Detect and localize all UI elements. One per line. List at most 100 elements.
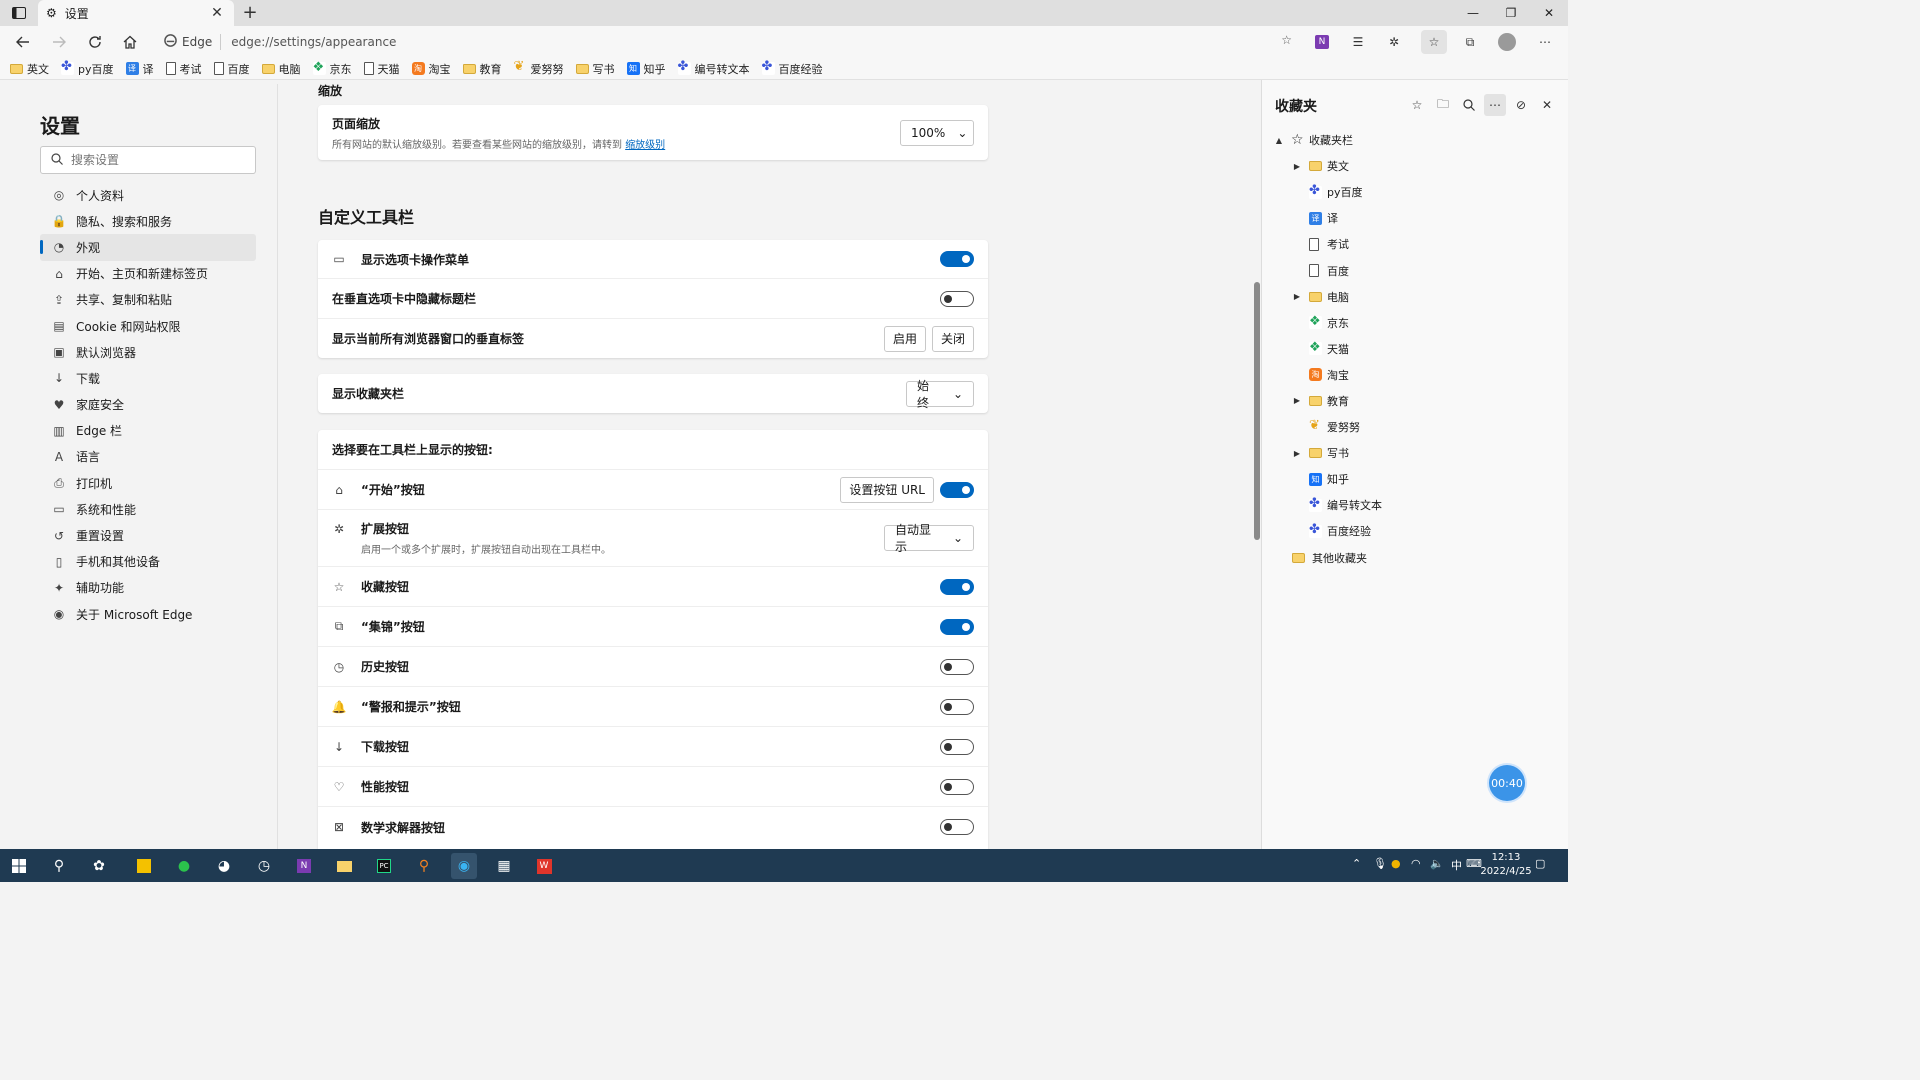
favorites-tree-item[interactable]: py百度: [1262, 179, 1569, 205]
refresh-icon[interactable]: [82, 30, 108, 54]
add-folder-icon[interactable]: 🗀: [1432, 94, 1454, 116]
home-icon[interactable]: [117, 30, 143, 54]
tab-menu-toggle[interactable]: [940, 251, 974, 267]
unpin-icon[interactable]: ⊘: [1510, 94, 1532, 116]
toolbar-button-toggle[interactable]: [940, 698, 974, 715]
favbar-item[interactable]: py百度: [61, 59, 114, 77]
favbar-item[interactable]: 京东: [312, 60, 352, 77]
favbar-item[interactable]: 教育: [462, 61, 502, 77]
sidebar-item[interactable]: ▯ 手机和其他设备: [40, 549, 256, 575]
favorites-tree-item[interactable]: 百度: [1262, 257, 1569, 283]
new-tab-button[interactable]: +: [240, 3, 260, 23]
enable-button[interactable]: 启用: [883, 325, 926, 352]
sidebar-item[interactable]: ⌂ 开始、主页和新建标签页: [40, 261, 256, 287]
collections-icon[interactable]: ⧉: [1457, 30, 1483, 54]
wps-icon[interactable]: W: [531, 853, 557, 879]
favorites-tree-item[interactable]: 译译: [1262, 205, 1569, 231]
favorites-tree-item[interactable]: 其他收藏夹: [1262, 545, 1569, 571]
toolbar-button-toggle[interactable]: [940, 778, 974, 795]
sidebar-item[interactable]: A 语言: [40, 444, 256, 470]
favorites-tree-item[interactable]: ▶ 电脑: [1262, 284, 1569, 310]
timer-badge[interactable]: 00:40: [1489, 765, 1525, 801]
search-app-icon[interactable]: ⚲: [411, 853, 437, 879]
chevron-up-icon[interactable]: ⌃: [1352, 857, 1361, 870]
favorites-tree-item[interactable]: ▶ 写书: [1262, 440, 1569, 466]
sidebar-item[interactable]: ◎ 个人资料: [40, 182, 256, 208]
favbar-item[interactable]: 编号转文本: [677, 59, 750, 77]
sidebar-item[interactable]: ♥ 家庭安全: [40, 392, 256, 418]
favorites-tree-item[interactable]: 淘淘宝: [1262, 362, 1569, 388]
back-icon[interactable]: [10, 30, 36, 54]
sidebar-item[interactable]: ↓ 下载: [40, 365, 256, 391]
close-tab-icon[interactable]: ✕: [208, 5, 226, 21]
expand-icon[interactable]: ▶: [1292, 449, 1302, 458]
sidebar-item[interactable]: ◔ 外观: [40, 234, 256, 261]
favorites-tree-item[interactable]: ▶ 英文: [1262, 153, 1569, 179]
favbar-dropdown[interactable]: 始终 ⌄: [906, 379, 974, 410]
ext-dropdown[interactable]: 自动显示 ⌄: [884, 523, 974, 554]
clock[interactable]: 12:13 2022/4/25: [1480, 851, 1532, 879]
zoom-dropdown[interactable]: 100% ⌄: [900, 119, 974, 146]
favorites-tree-item[interactable]: 考试: [1262, 231, 1569, 257]
sidebar-item[interactable]: ▣ 默认浏览器: [40, 339, 256, 365]
collapse-icon[interactable]: ▲: [1274, 136, 1284, 145]
sidebar-item[interactable]: 🔒 隐私、搜索和服务: [40, 208, 256, 234]
forward-icon[interactable]: [46, 30, 72, 54]
more-options-icon[interactable]: ⋯: [1484, 94, 1506, 116]
volume-icon[interactable]: 🔈: [1430, 857, 1444, 870]
sidebar-item[interactable]: ▤ Cookie 和网站权限: [40, 313, 256, 339]
calculator-icon[interactable]: ▦: [491, 853, 517, 879]
restore-icon[interactable]: ❐: [1492, 0, 1530, 26]
app-icon[interactable]: ◕: [211, 853, 237, 879]
favbar-item[interactable]: 淘淘宝: [411, 61, 451, 77]
favorites-tree-item[interactable]: 京东: [1262, 310, 1569, 336]
close-pane-icon[interactable]: ✕: [1536, 94, 1558, 116]
wechat-icon[interactable]: ●: [171, 853, 197, 879]
zoom-level-link[interactable]: 缩放级别: [625, 140, 665, 151]
onenote-icon[interactable]: N: [1309, 30, 1335, 54]
favorites-tree-item[interactable]: 编号转文本: [1262, 492, 1569, 518]
windows-start-icon[interactable]: [6, 853, 32, 879]
search-input[interactable]: [71, 153, 241, 167]
favbar-item[interactable]: 天猫: [363, 61, 400, 77]
toolbar-button-toggle[interactable]: [940, 578, 974, 595]
search-icon[interactable]: [1458, 94, 1480, 116]
home-button-toggle[interactable]: [940, 481, 974, 498]
favorites-tree-item[interactable]: ▶ 教育: [1262, 388, 1569, 414]
profile-avatar-icon[interactable]: [1494, 30, 1520, 54]
favorites-tree-item[interactable]: 爱努努: [1262, 414, 1569, 440]
sidebar-item[interactable]: ⎙ 打印机: [40, 470, 256, 496]
favorites-tree-item[interactable]: 百度经验: [1262, 518, 1569, 544]
sidebar-item[interactable]: ↺ 重置设置: [40, 522, 256, 548]
stack-icon[interactable]: ☰: [1345, 30, 1371, 54]
minimize-icon[interactable]: —: [1454, 0, 1492, 26]
toolbar-button-toggle[interactable]: [940, 618, 974, 635]
more-menu-icon[interactable]: ⋯: [1532, 30, 1558, 54]
favbar-item[interactable]: 百度经验: [761, 59, 823, 77]
favbar-item[interactable]: 爱努努: [514, 59, 564, 77]
wifi-icon[interactable]: ◠: [1411, 857, 1421, 870]
favorites-tree-item[interactable]: 知知乎: [1262, 466, 1569, 492]
favbar-item[interactable]: 考试: [165, 61, 202, 77]
app-tray-icon[interactable]: ●: [1391, 857, 1401, 870]
toolbar-button-toggle[interactable]: [940, 658, 974, 675]
expand-icon[interactable]: ▶: [1292, 162, 1302, 171]
file-explorer-icon[interactable]: [331, 853, 357, 879]
tab-actions-icon[interactable]: [8, 4, 30, 22]
tab-settings[interactable]: ⚙ 设置 ✕: [38, 0, 234, 26]
sidebar-item[interactable]: ✦ 辅助功能: [40, 575, 256, 601]
add-favorite-icon[interactable]: ☆: [1281, 33, 1292, 47]
search-box[interactable]: [40, 146, 256, 174]
sidebar-item[interactable]: ▥ Edge 栏: [40, 418, 256, 444]
sidebar-item[interactable]: ▭ 系统和性能: [40, 496, 256, 522]
hide-title-toggle[interactable]: [940, 290, 974, 307]
microphone-icon[interactable]: 🎙: [1373, 857, 1387, 870]
sidebar-item[interactable]: ◉ 关于 Microsoft Edge: [40, 601, 256, 627]
toolbar-button-toggle[interactable]: [940, 738, 974, 755]
favbar-item[interactable]: 写书: [575, 61, 615, 77]
disable-button[interactable]: 关闭: [931, 325, 974, 352]
pycharm-icon[interactable]: PC: [371, 853, 397, 879]
favorites-tree-item[interactable]: 天猫: [1262, 336, 1569, 362]
ime-indicator[interactable]: 中: [1451, 857, 1462, 873]
favbar-item[interactable]: 知知乎: [626, 61, 666, 77]
